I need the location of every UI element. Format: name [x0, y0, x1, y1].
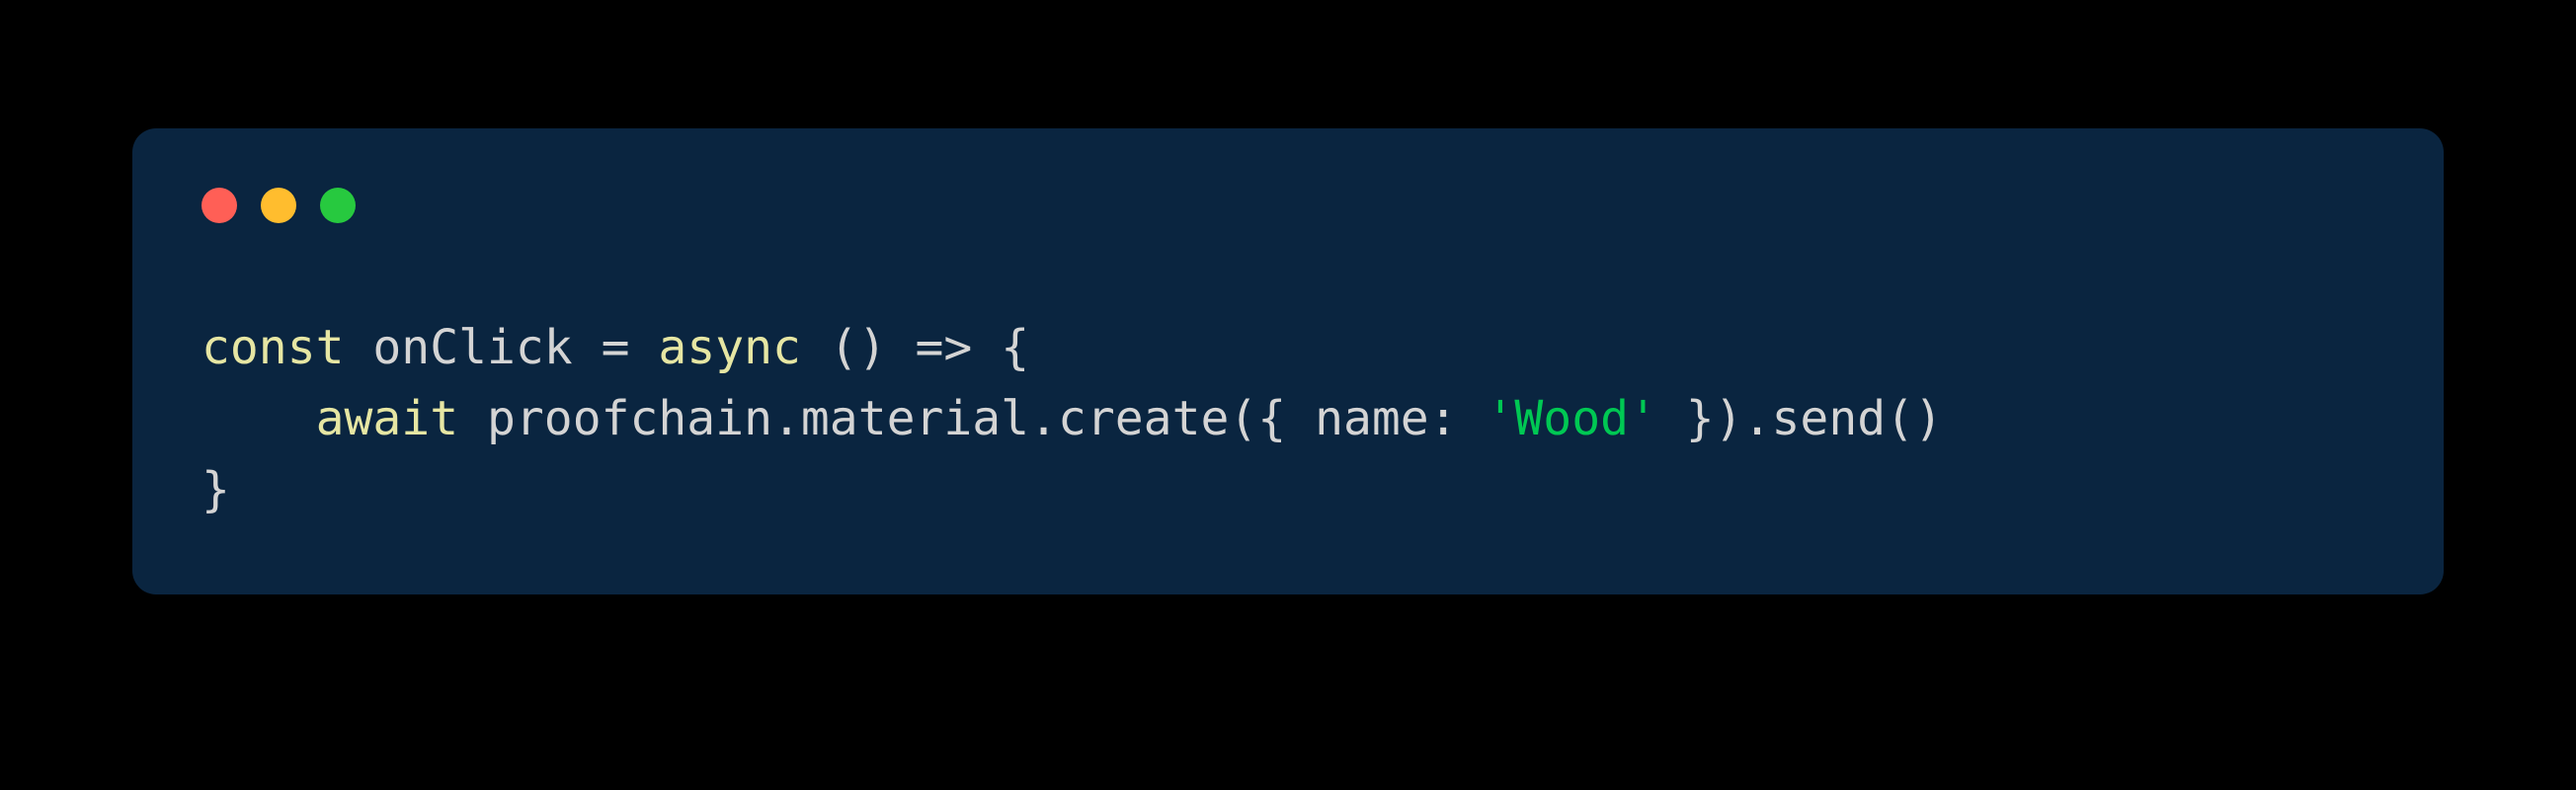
dot: . — [772, 391, 801, 446]
open-paren: ( — [1229, 391, 1257, 446]
code-line-2: await proofchain.material.create({ name:… — [201, 391, 1943, 446]
parens: () — [830, 320, 887, 375]
open-brace: { — [1001, 320, 1029, 375]
colon: : — [1429, 391, 1458, 446]
string-literal: 'Wood' — [1487, 391, 1657, 446]
open-paren: ( — [1886, 391, 1914, 446]
property-key: name — [1315, 391, 1429, 446]
dot: . — [1743, 391, 1772, 446]
variable-name: onClick — [372, 320, 572, 375]
method-create: create — [1058, 391, 1229, 446]
method-send: send — [1772, 391, 1887, 446]
maximize-icon[interactable] — [320, 188, 356, 223]
close-brace: } — [1686, 391, 1715, 446]
close-paren: ) — [1914, 391, 1943, 446]
code-content: const onClick = async () => { await proo… — [201, 312, 2375, 525]
open-brace: { — [1257, 391, 1286, 446]
minimize-icon[interactable] — [261, 188, 296, 223]
code-line-1: const onClick = async () => { — [201, 320, 1029, 375]
equals-operator: = — [602, 320, 630, 375]
code-line-3: } — [201, 462, 230, 517]
window-controls — [201, 188, 2375, 223]
object-name: proofchain — [487, 391, 772, 446]
keyword-async: async — [658, 320, 801, 375]
code-window: const onClick = async () => { await proo… — [132, 128, 2444, 594]
arrow-operator: => — [916, 320, 973, 375]
close-brace: } — [201, 462, 230, 517]
indent — [201, 383, 316, 454]
close-icon[interactable] — [201, 188, 237, 223]
dot: . — [1029, 391, 1058, 446]
keyword-const: const — [201, 320, 345, 375]
property-name: material — [801, 391, 1029, 446]
keyword-await: await — [316, 391, 459, 446]
close-paren: ) — [1715, 391, 1743, 446]
